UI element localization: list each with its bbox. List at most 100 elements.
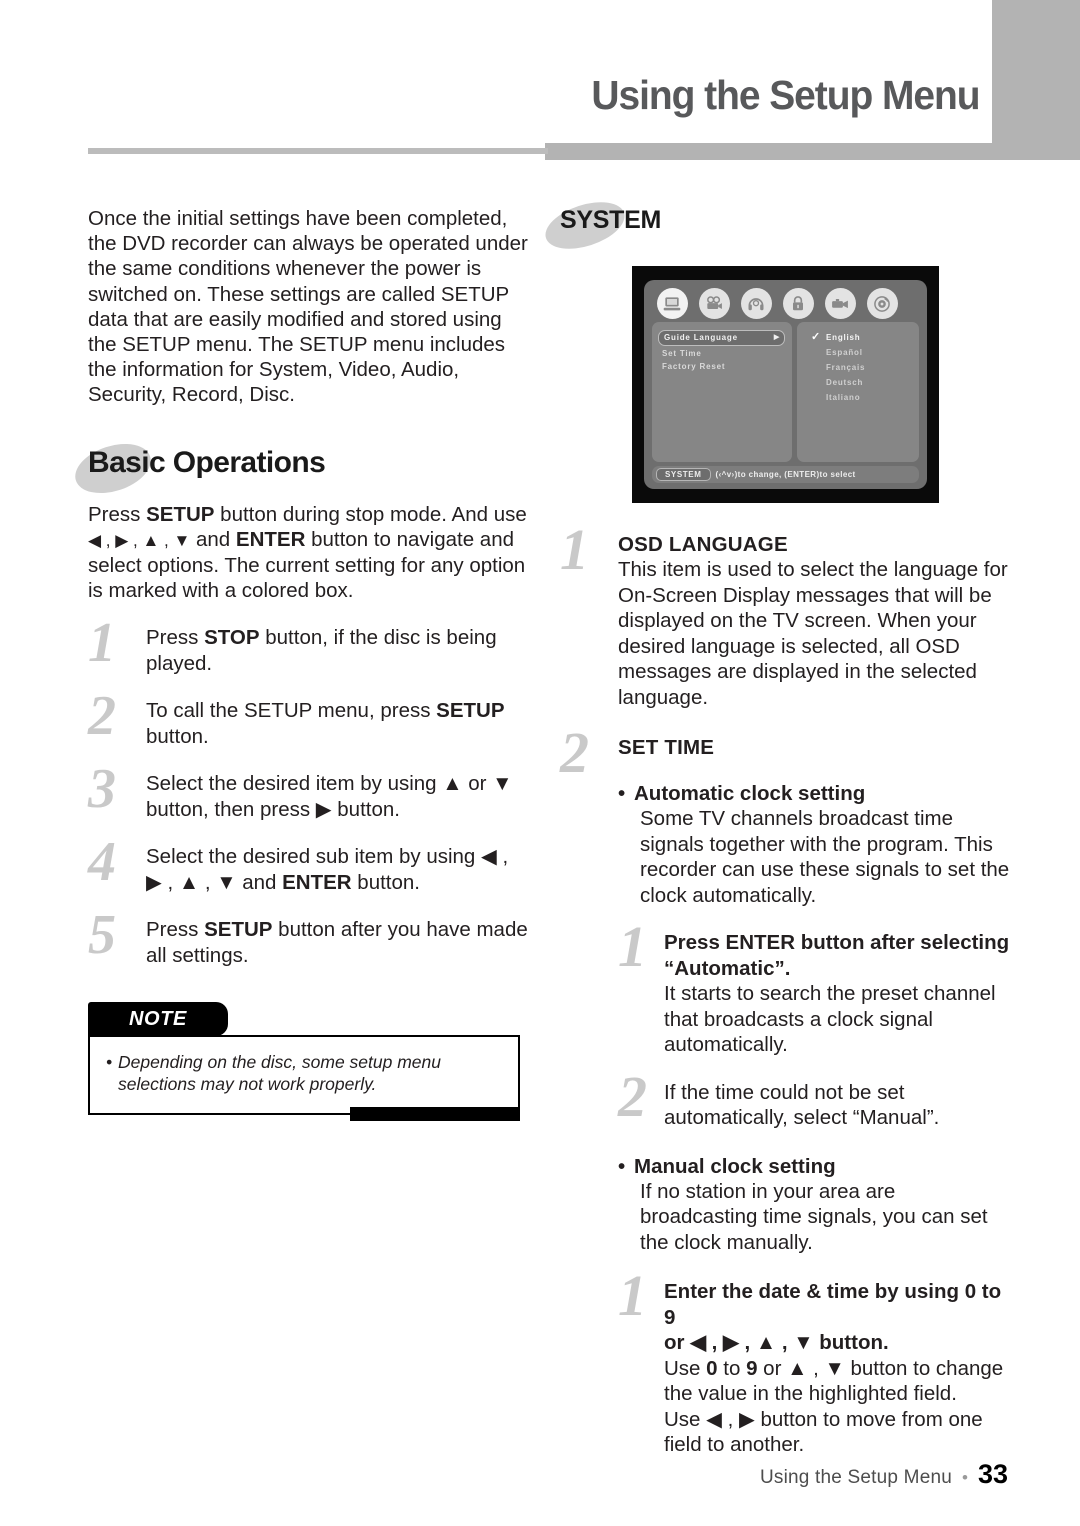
step-bold-line-1: Enter the date & time by using 0 to 9 [664,1280,1002,1329]
osd-audio-tab[interactable] [736,287,776,320]
step-text: Select the desired item by using ▲ or ▼ … [146,771,528,822]
bullet-heading: Manual clock setting [634,1154,836,1178]
osd-screen: Guide Language ▶ Set Time Factory Reset … [644,280,927,489]
section-number: 1 [560,517,589,582]
osd-language-francais[interactable]: Français [804,360,912,375]
basic-steps-list: 1 Press STOP button, if the disc is bein… [88,615,528,968]
bullet-text: If no station in your area are broadcast… [640,1179,988,1254]
note-text: Depending on the disc, some setup menu s… [106,1051,502,1095]
osd-tab-bar [650,287,921,320]
osd-language-espanol[interactable]: Español [804,345,912,360]
section-set-time: 2 SET TIME Automatic clock setting Some … [560,724,1015,1458]
step-4: 4 Select the desired sub item by using ◀… [88,834,528,895]
header-vertical-bar [992,0,1080,160]
intro-paragraph: Once the initial settings have been comp… [88,207,528,407]
step-text: Press SETUP button after you have made a… [146,917,528,968]
osd-language-label: Français [826,363,866,372]
step-number: 1 [88,612,116,675]
header-horizontal-bar [545,143,1080,160]
right-column: SYSTEM Guide Language ▶ Set Time Factory… [539,193,1015,1458]
osd-video-tab[interactable] [694,287,734,320]
step-post: button. [351,870,420,894]
osd-menu-item-set-time[interactable]: Set Time [659,347,785,360]
digit-nine: 9 [746,1356,758,1380]
step-5: 5 Press SETUP button after you have made… [88,907,528,968]
osd-language-deutsch[interactable]: Deutsch [804,375,912,390]
step-1: 1 Press STOP button, if the disc is bein… [88,615,528,676]
note-tab-label: NOTE [129,1007,187,1030]
footer-dot-icon: • [962,1468,968,1487]
step-number: 5 [88,904,116,967]
movie-camera-icon [698,288,730,319]
step-bold: Press ENTER button after selecting “Auto… [664,931,1010,980]
osd-language-english[interactable]: ✓ English [804,330,912,345]
footer-title: Using the Setup Menu [759,1467,952,1488]
camcorder-icon [824,288,856,319]
step-number: 1 [618,914,647,979]
note-body: Depending on the disc, some setup menu s… [88,1035,520,1122]
step-number: 1 [618,1263,647,1328]
osd-menu-label: Guide Language [664,333,738,342]
setup-bold-1: SETUP [146,502,215,526]
step-text: If the time could not be set automatical… [664,1080,940,1130]
osd-language-label: Italiano [826,393,861,402]
header-rule [88,148,548,154]
step-text: To call the SETUP menu, press SETUP butt… [146,698,528,749]
step-text: It starts to search the preset channel t… [664,982,996,1056]
section-heading: OSD LANGUAGE [618,533,788,556]
bullet-automatic-clock: Automatic clock setting Some TV channels… [618,782,1015,908]
step-3: 3 Select the desired item by using ▲ or … [88,761,528,822]
digit-zero: 0 [706,1356,718,1380]
osd-screenshot: Guide Language ▶ Set Time Factory Reset … [632,266,939,503]
use-text-2: to [717,1356,747,1380]
basic-operations-intro: Press SETUP button during stop mode. And… [88,502,528,604]
step-2: 2 To call the SETUP menu, press SETUP bu… [88,688,528,749]
manual-page: Using the Setup Menu Once the initial se… [0,0,1080,1526]
basic-operations-label: Basic Operations [88,445,326,479]
step-post: button. [146,724,209,748]
osd-record-tab[interactable] [820,287,860,320]
osd-system-tab[interactable] [652,287,692,320]
osd-disc-tab[interactable] [862,287,902,320]
manual-step-1: 1 Enter the date & time by using 0 to 9 … [618,1267,1015,1458]
osd-status-bar: SYSTEM (‹^v›)to change, (ENTER)to select [652,466,919,483]
osd-status-hint: (‹^v›)to change, (ENTER)to select [715,470,856,479]
bullet-heading: Automatic clock setting [634,782,866,805]
osd-menu-list: Guide Language ▶ Set Time Factory Reset [652,322,792,462]
step-number: 2 [618,1063,647,1129]
section-osd-language: 1 OSD LANGUAGE This item is used to sele… [560,521,1015,710]
step-text: Select the desired sub item by using ◀ ,… [146,844,528,895]
step-text-b: Use ◀ , ▶ button to move from one field … [664,1407,983,1457]
note-tab: NOTE [88,1002,228,1037]
osd-security-tab[interactable] [778,287,818,320]
intro-part-1: Press [88,502,147,526]
osd-language-label: Deutsch [826,378,864,387]
bullet-text: Some TV channels broadcast time signals … [640,807,1010,907]
osd-panels: Guide Language ▶ Set Time Factory Reset … [650,322,921,462]
bullet-manual-clock: Manual clock setting If no station in yo… [618,1155,1015,1256]
step-bold: SETUP [436,699,505,723]
osd-language-label: Español [826,348,863,357]
step-pre: Press [146,626,205,650]
osd-menu-item-factory-reset[interactable]: Factory Reset [659,360,785,373]
step-bold-heading: Enter the date & time by using 0 to 9 or… [664,1279,1015,1356]
page-title: Using the Setup Menu [591,72,981,118]
direction-keys-icon: ◀ , ▶ , ▲ , ▼ [88,530,191,550]
osd-language-italiano[interactable]: Italiano [804,390,912,405]
osd-menu-item-guide-language[interactable]: Guide Language ▶ [658,330,785,346]
section-number: 2 [560,720,589,785]
step-bold-line-2: or ◀ , ▶ , ▲ , ▼ button. [664,1331,889,1354]
osd-status-tag: SYSTEM [656,468,711,481]
step-number: 4 [88,831,116,894]
lock-icon [782,288,814,319]
intro-part-3: and [190,527,236,551]
note-box: NOTE Depending on the disc, some setup m… [88,1002,520,1122]
step-bold: SETUP [204,918,273,942]
step-bold: ENTER [282,870,352,894]
monitor-icon [656,288,688,319]
system-label: SYSTEM [560,206,661,234]
chevron-right-icon: ▶ [773,334,780,341]
step-pre: Press [146,918,205,942]
enter-bold-1: ENTER [235,527,306,551]
left-column: Once the initial settings have been comp… [68,206,528,1122]
